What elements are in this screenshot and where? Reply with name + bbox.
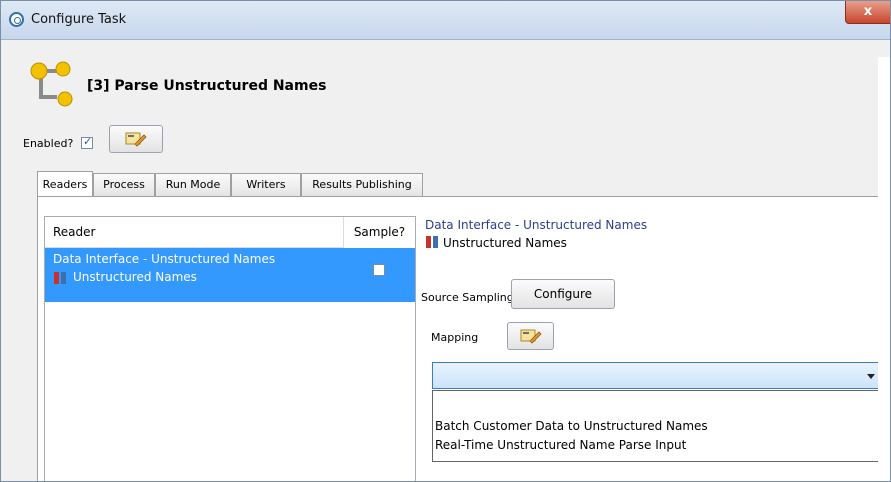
edit-mapping-button[interactable] bbox=[507, 322, 554, 350]
tab-process[interactable]: Process bbox=[93, 173, 155, 196]
title-bar[interactable]: Configure Task x bbox=[1, 1, 890, 40]
task-tree-icon bbox=[30, 61, 73, 107]
data-interface-icon bbox=[426, 236, 438, 248]
configure-task-window: Configure Task x [3] Parse Unstructured … bbox=[0, 0, 891, 482]
mapping-dropdown-list: Batch Customer Data to Unstructured Name… bbox=[432, 390, 880, 462]
enabled-label: Enabled? bbox=[23, 137, 74, 150]
mapping-option[interactable]: Real-Time Unstructured Name Parse Input bbox=[435, 438, 686, 452]
source-sampling-label: Source Sampling bbox=[421, 291, 514, 304]
edit-task-button[interactable] bbox=[109, 125, 163, 153]
dropdown-arrow-icon[interactable] bbox=[867, 374, 875, 379]
mapping-option[interactable]: Batch Customer Data to Unstructured Name… bbox=[435, 419, 708, 433]
app-icon bbox=[9, 12, 24, 27]
tab-run-mode[interactable]: Run Mode bbox=[155, 173, 231, 196]
edit-icon bbox=[125, 132, 147, 147]
mapping-label: Mapping bbox=[431, 331, 479, 344]
sample-checkbox[interactable] bbox=[373, 264, 385, 276]
tab-writers[interactable]: Writers bbox=[231, 173, 301, 196]
configure-button[interactable]: Configure bbox=[511, 279, 615, 309]
data-interface-icon bbox=[54, 272, 66, 284]
window-title: Configure Task bbox=[31, 12, 127, 27]
column-header-sample[interactable]: Sample? bbox=[344, 217, 415, 249]
tab-results-publishing[interactable]: Results Publishing bbox=[301, 173, 423, 196]
tab-readers[interactable]: Readers bbox=[37, 171, 93, 196]
enabled-checkbox[interactable] bbox=[81, 135, 93, 149]
right-edge bbox=[878, 57, 890, 481]
data-interface-name: Unstructured Names bbox=[443, 236, 567, 250]
close-button[interactable]: x bbox=[845, 1, 890, 24]
reader-subname: Unstructured Names bbox=[73, 270, 197, 284]
data-interface-title: Data Interface - Unstructured Names bbox=[425, 218, 648, 232]
column-header-reader[interactable]: Reader bbox=[45, 217, 344, 248]
mapping-select[interactable] bbox=[432, 362, 886, 389]
task-title: [3] Parse Unstructured Names bbox=[87, 78, 327, 94]
edit-icon bbox=[520, 329, 542, 344]
reader-name: Data Interface - Unstructured Names bbox=[53, 252, 276, 266]
readers-table: Reader Sample? Data Interface - Unstruct… bbox=[44, 216, 416, 481]
